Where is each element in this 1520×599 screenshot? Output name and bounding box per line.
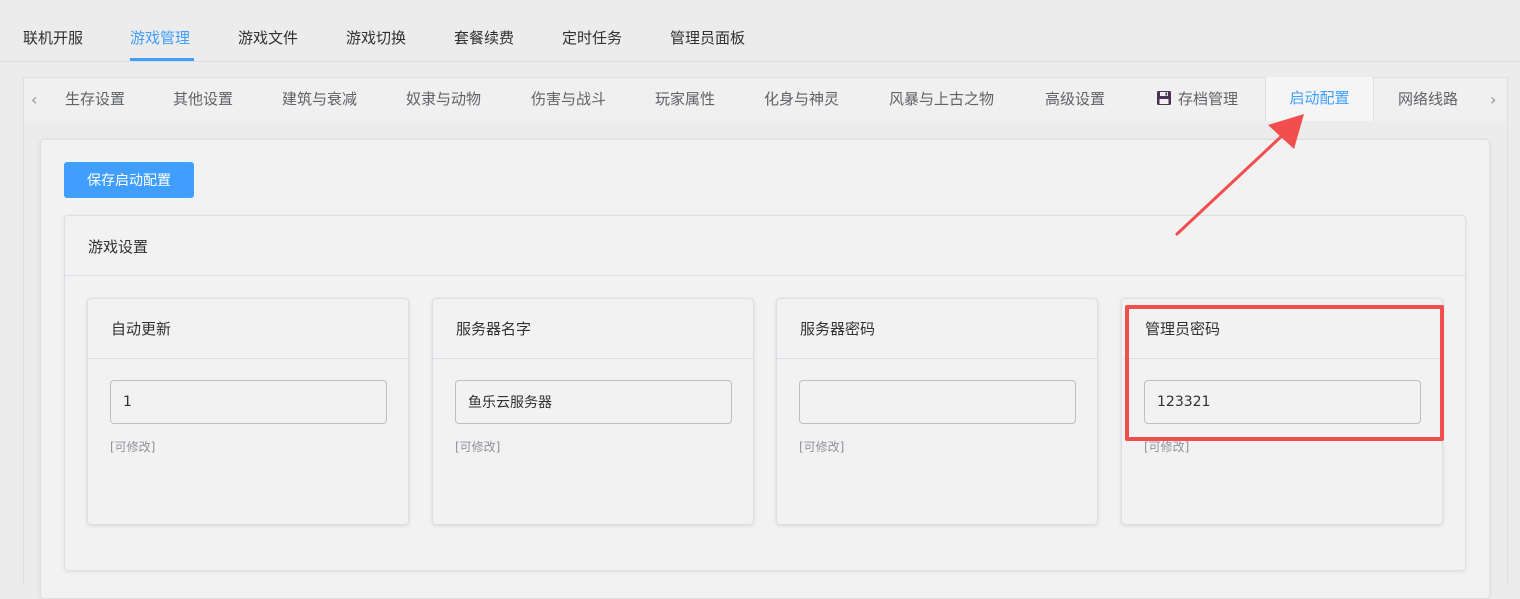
server-name-hint: [可修改] [455,440,501,454]
tab-other[interactable]: 其他设置 [173,78,233,121]
field-card-server-name: 服务器名字 [可修改] [432,298,754,525]
server-password-label: 服务器密码 [800,320,876,338]
settings-tabs: ‹ 生存设置 其他设置 建筑与衰减 奴隶与动物 伤害与战斗 玩家属性 化身与神灵… [23,77,1508,122]
admin-password-input[interactable] [1144,380,1421,424]
tab-building-decay[interactable]: 建筑与衰减 [282,78,357,121]
tab-save-management[interactable]: 存档管理 [1156,78,1238,121]
tab-launch-config[interactable]: 启动配置 [1265,77,1374,122]
auto-update-input[interactable] [110,380,387,424]
nav-item-online-server[interactable]: 联机开服 [23,28,83,48]
server-name-input[interactable] [455,380,732,424]
game-settings-title: 游戏设置 [88,238,149,256]
tab-network-route[interactable]: 网络线路 [1398,78,1458,121]
field-divider [88,358,408,359]
nav-item-game-management[interactable]: 游戏管理 [130,28,190,48]
field-divider [777,358,1097,359]
server-password-input[interactable] [799,380,1076,424]
field-divider [1122,358,1442,359]
tab-damage-combat[interactable]: 伤害与战斗 [531,78,606,121]
chevron-right-icon[interactable]: › [1490,78,1496,121]
nav-item-game-switch[interactable]: 游戏切换 [346,28,406,48]
floppy-disk-icon [1157,91,1171,105]
admin-password-hint: [可修改] [1144,440,1190,454]
auto-update-label: 自动更新 [111,320,172,338]
admin-password-label: 管理员密码 [1145,320,1221,338]
nav-item-scheduled-tasks[interactable]: 定时任务 [562,28,622,48]
tab-storm-ancients[interactable]: 风暴与上古之物 [889,78,994,121]
field-card-auto-update: 自动更新 [可修改] [87,298,409,525]
field-divider [433,358,753,359]
nav-item-admin-panel[interactable]: 管理员面板 [670,28,745,48]
tab-save-management-label: 存档管理 [1178,90,1239,108]
save-launch-config-button[interactable]: 保存启动配置 [64,162,194,198]
field-card-server-password: 服务器密码 [可修改] [776,298,1098,525]
chevron-left-icon[interactable]: ‹ [31,78,37,121]
tab-avatars-gods[interactable]: 化身与神灵 [764,78,839,121]
tab-advanced[interactable]: 高级设置 [1045,78,1105,121]
auto-update-hint: [可修改] [110,440,156,454]
tab-player-attributes[interactable]: 玩家属性 [655,78,715,121]
field-card-admin-password: 管理员密码 [可修改] [1121,298,1443,525]
server-name-label: 服务器名字 [456,320,532,338]
tab-survival[interactable]: 生存设置 [65,78,125,121]
nav-item-game-files[interactable]: 游戏文件 [238,28,298,48]
top-nav: 联机开服 游戏管理 游戏文件 游戏切换 套餐续费 定时任务 管理员面板 [0,0,1520,62]
active-nav-underline [130,58,194,61]
nav-item-renewal[interactable]: 套餐续费 [454,28,514,48]
card-divider [65,275,1465,276]
tab-thralls-animals[interactable]: 奴隶与动物 [406,78,481,121]
server-password-hint: [可修改] [799,440,845,454]
